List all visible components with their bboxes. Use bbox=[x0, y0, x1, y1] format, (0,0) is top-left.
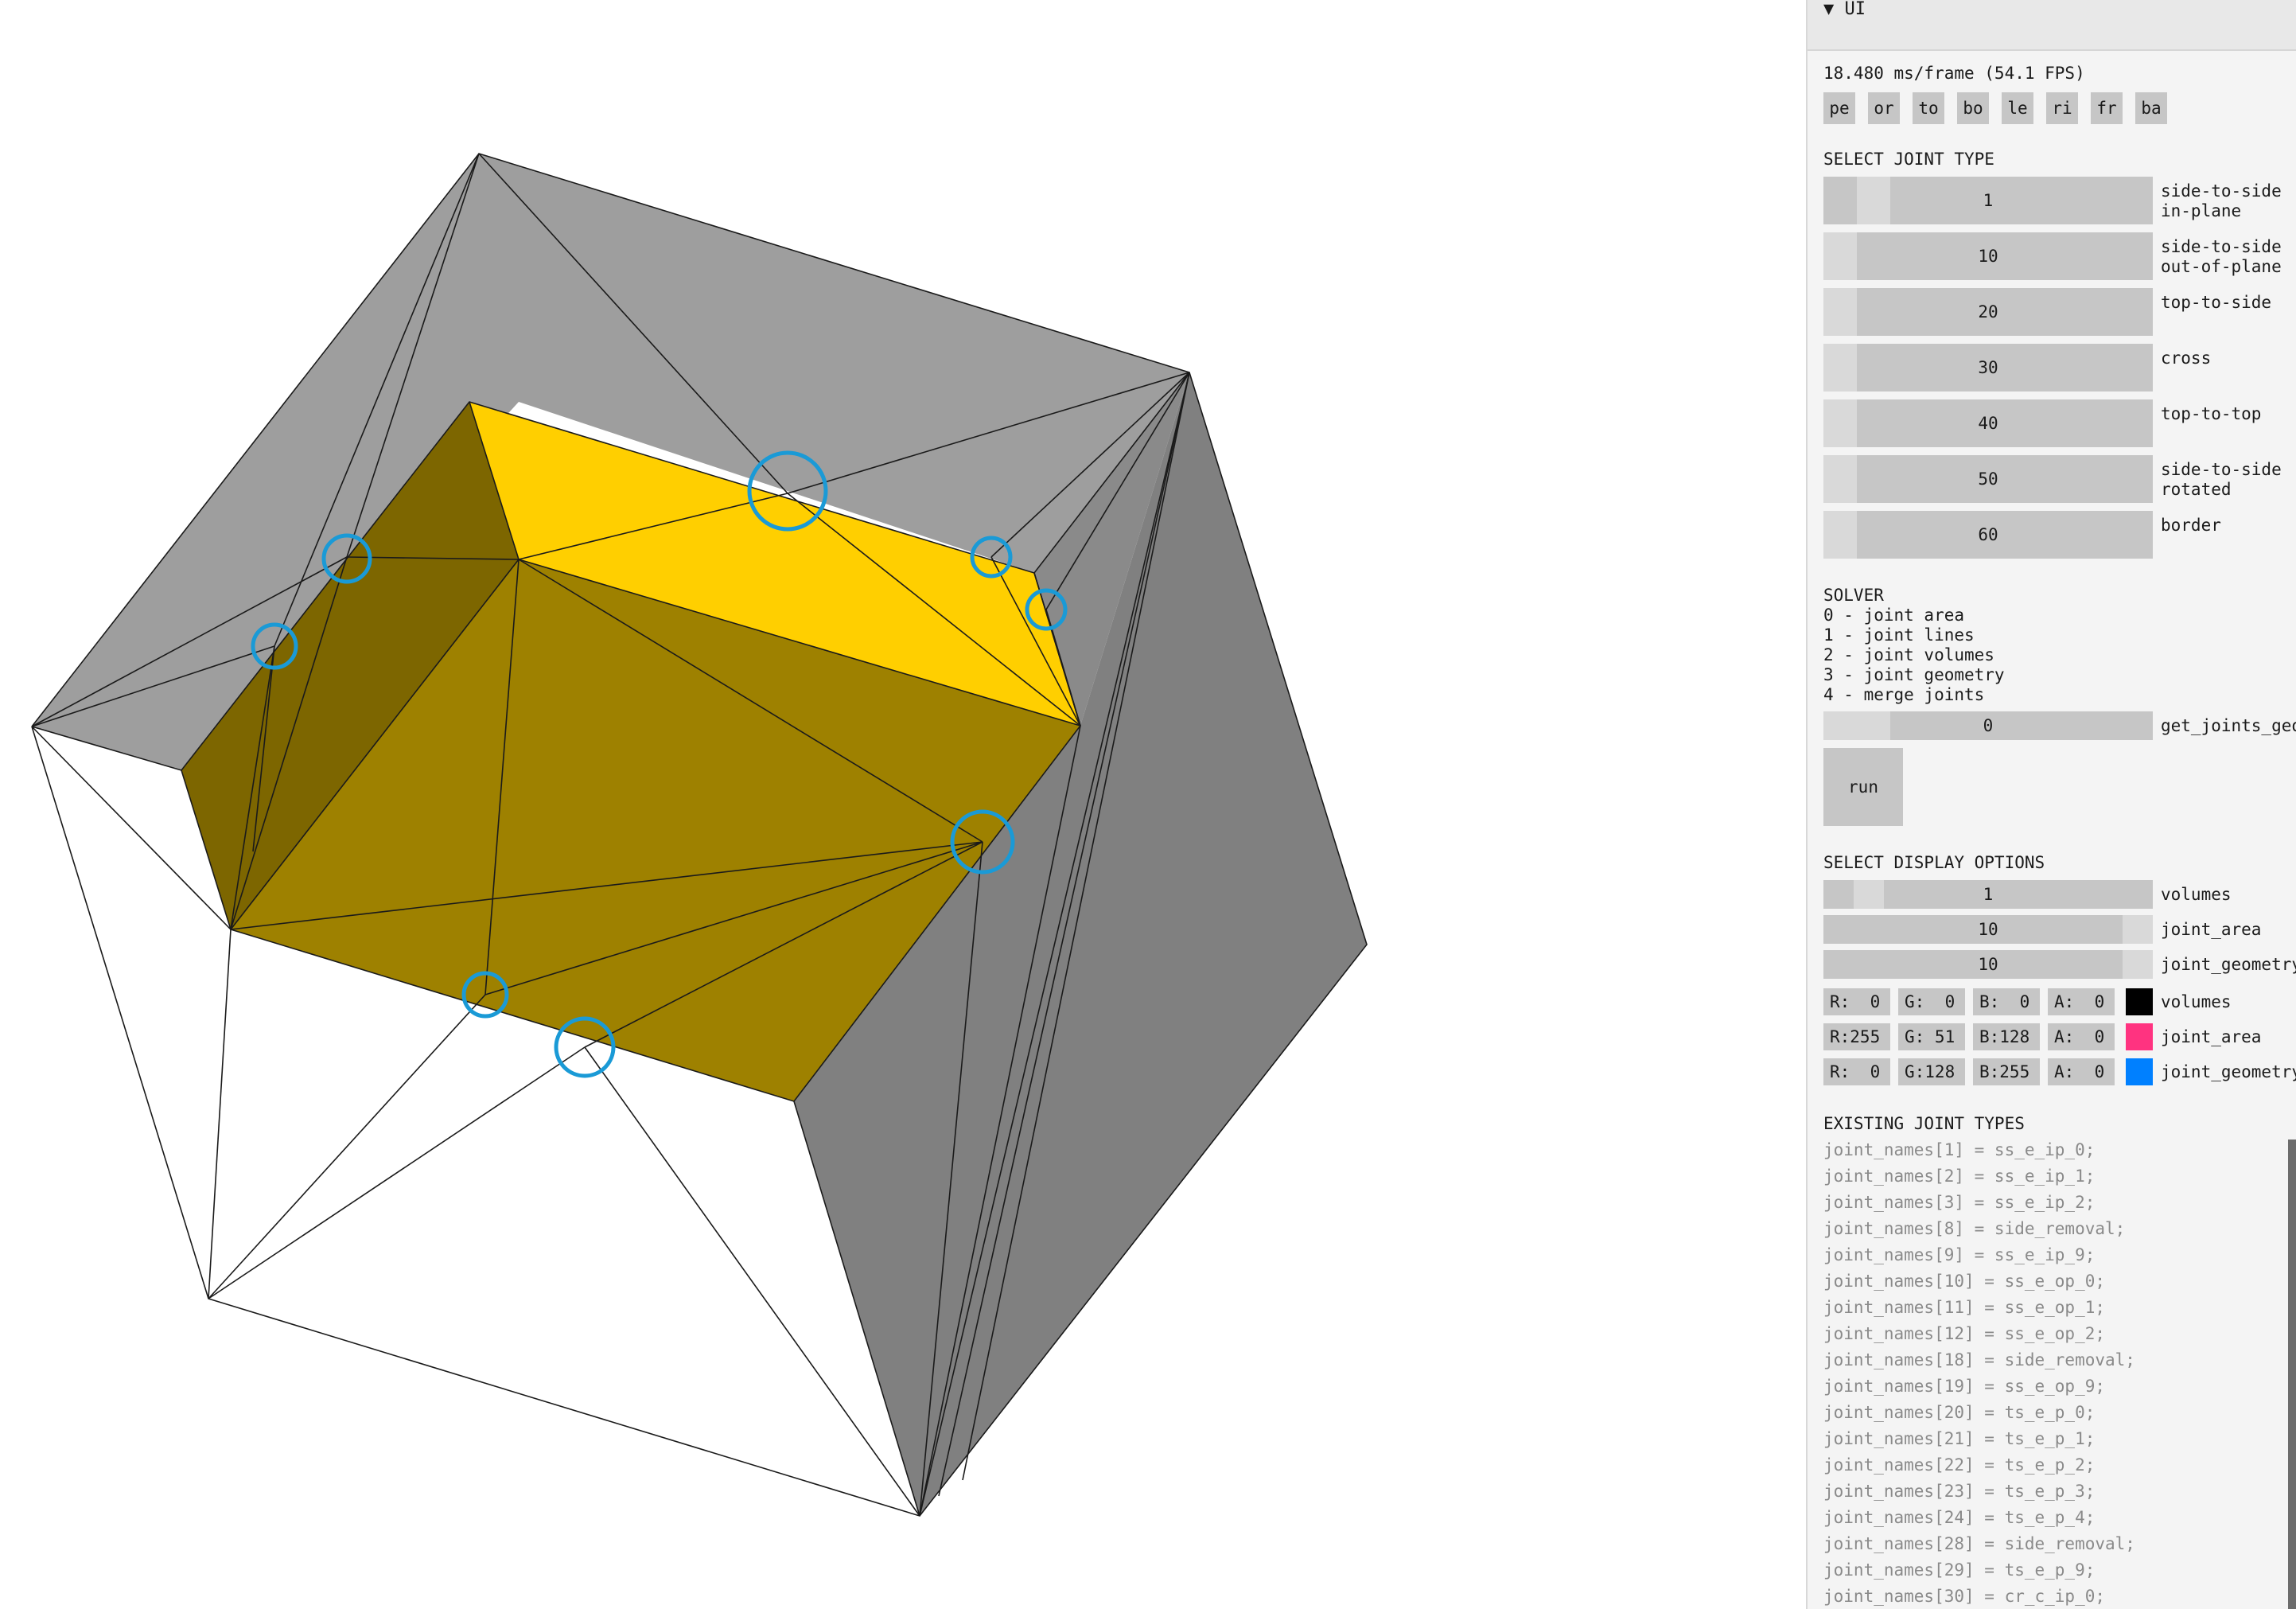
slider-value: 1 bbox=[1983, 191, 1994, 210]
joint-type-slider-1[interactable]: 1 bbox=[1823, 177, 2153, 224]
view-button-top[interactable]: to bbox=[1913, 92, 1944, 124]
joint-type-slider-4[interactable]: 30 bbox=[1823, 344, 2153, 392]
panel-header-label[interactable]: ▼ UI bbox=[1823, 0, 1866, 19]
solver-option: 2 - joint volumes bbox=[1823, 645, 1994, 664]
display-slider-label: joint_geometry bbox=[2161, 955, 2296, 974]
joint-type-label: top-to-side bbox=[2161, 293, 2272, 312]
mesh-canvas[interactable] bbox=[0, 0, 1806, 1609]
view-button-front[interactable]: fr bbox=[2091, 92, 2123, 124]
joint-name-line: joint_names[18] = side_removal; bbox=[1823, 1350, 2135, 1369]
color-swatch-joint-geometry[interactable] bbox=[2126, 1058, 2153, 1085]
joint-name-line: joint_names[24] = ts_e_p_4; bbox=[1823, 1508, 2096, 1527]
joint-name-line: joint_names[30] = cr_c_ip_0; bbox=[1823, 1587, 2106, 1606]
joint-name-line: joint_names[8] = side_removal; bbox=[1823, 1219, 2126, 1238]
joint-type-label: border bbox=[2161, 516, 2221, 535]
view-button-left[interactable]: le bbox=[2002, 92, 2033, 124]
view-button-bottom[interactable]: bo bbox=[1957, 92, 1989, 124]
color-b-field[interactable]: B:128 bbox=[1973, 1023, 2040, 1050]
run-button[interactable]: run bbox=[1823, 748, 1903, 826]
panel-title: UI bbox=[1844, 0, 1866, 19]
color-swatch-volumes[interactable] bbox=[2126, 988, 2153, 1015]
color-a-field[interactable]: A: 0 bbox=[2048, 1023, 2115, 1050]
panel-header[interactable]: ▼ UI bbox=[1808, 0, 2296, 51]
ui-panel: ▼ UI 18.480 ms/frame (54.1 FPS) pe or to… bbox=[1806, 0, 2296, 1609]
solver-option: 1 - joint lines bbox=[1823, 625, 1975, 645]
slider-value: 40 bbox=[1978, 414, 1998, 433]
joint-type-slider-2[interactable]: 10 bbox=[1823, 232, 2153, 280]
joint-type-label: side-to-side rotated bbox=[2161, 460, 2282, 499]
color-label: joint_area bbox=[2161, 1027, 2262, 1046]
joint-type-label: side-to-side in-plane bbox=[2161, 181, 2282, 220]
slider-value: 0 bbox=[1983, 716, 1994, 735]
joint-name-line: joint_names[1] = ss_e_ip_0; bbox=[1823, 1140, 2096, 1159]
color-b-field[interactable]: B: 0 bbox=[1973, 988, 2040, 1015]
joint-name-line: joint_names[23] = ts_e_p_3; bbox=[1823, 1482, 2096, 1501]
joint-name-line: joint_names[21] = ts_e_p_1; bbox=[1823, 1429, 2096, 1448]
slider-value: 10 bbox=[1978, 247, 1998, 266]
joint-type-heading: SELECT JOINT TYPE bbox=[1823, 150, 1994, 169]
display-slider-joint-area[interactable]: 10 bbox=[1823, 915, 2153, 944]
joint-name-line: joint_names[29] = ts_e_p_9; bbox=[1823, 1560, 2096, 1580]
color-swatch-joint-area[interactable] bbox=[2126, 1023, 2153, 1050]
color-b-field[interactable]: B:255 bbox=[1973, 1058, 2040, 1085]
solver-option: 4 - merge joints bbox=[1823, 685, 1985, 704]
joint-name-line: joint_names[9] = ss_e_ip_9; bbox=[1823, 1245, 2096, 1264]
joint-name-line: joint_names[11] = ss_e_op_1; bbox=[1823, 1298, 2106, 1317]
color-g-field[interactable]: G: 0 bbox=[1898, 988, 1965, 1015]
color-a-field[interactable]: A: 0 bbox=[2048, 988, 2115, 1015]
panel-scrollbar[interactable] bbox=[2288, 1140, 2296, 1609]
solver-option: 3 - joint geometry bbox=[1823, 665, 2005, 684]
solver-option: 0 - joint area bbox=[1823, 606, 1965, 625]
joint-name-line: joint_names[10] = ss_e_op_0; bbox=[1823, 1272, 2106, 1291]
slider-value: 20 bbox=[1978, 302, 1998, 321]
joint-type-slider-5[interactable]: 40 bbox=[1823, 399, 2153, 447]
joint-name-line: joint_names[12] = ss_e_op_2; bbox=[1823, 1324, 2106, 1343]
solver-heading: SOLVER bbox=[1823, 586, 1884, 605]
solver-slider[interactable]: 0 bbox=[1823, 711, 2153, 740]
joint-name-line: joint_names[2] = ss_e_ip_1; bbox=[1823, 1167, 2096, 1186]
view-button-orthographic[interactable]: or bbox=[1868, 92, 1900, 124]
display-slider-joint-geometry[interactable]: 10 bbox=[1823, 950, 2153, 979]
display-slider-volumes[interactable]: 1 bbox=[1823, 880, 2153, 909]
slider-value: 60 bbox=[1978, 525, 1998, 544]
existing-heading: EXISTING JOINT TYPES bbox=[1823, 1114, 2025, 1133]
joint-name-line: joint_names[20] = ts_e_p_0; bbox=[1823, 1403, 2096, 1422]
3d-viewport[interactable] bbox=[0, 0, 1806, 1609]
color-g-field[interactable]: G:128 bbox=[1898, 1058, 1965, 1085]
color-label: volumes bbox=[2161, 992, 2232, 1011]
color-r-field[interactable]: R: 0 bbox=[1823, 988, 1890, 1015]
solver-slider-label: get_joints_geometry bbox=[2161, 716, 2296, 735]
slider-value: 30 bbox=[1978, 358, 1998, 377]
view-button-back[interactable]: ba bbox=[2135, 92, 2167, 124]
slider-value: 50 bbox=[1978, 469, 1998, 489]
color-r-field[interactable]: R: 0 bbox=[1823, 1058, 1890, 1085]
joint-type-slider-3[interactable]: 20 bbox=[1823, 288, 2153, 336]
color-a-field[interactable]: A: 0 bbox=[2048, 1058, 2115, 1085]
fps-readout: 18.480 ms/frame (54.1 FPS) bbox=[1823, 64, 2085, 83]
slider-value: 10 bbox=[1978, 920, 1998, 939]
joint-type-label: side-to-side out-of-plane bbox=[2161, 237, 2282, 276]
slider-value: 10 bbox=[1978, 955, 1998, 974]
view-button-right[interactable]: ri bbox=[2046, 92, 2078, 124]
triangle-down-icon[interactable]: ▼ bbox=[1823, 0, 1834, 19]
display-slider-label: volumes bbox=[2161, 885, 2232, 904]
view-button-perspective[interactable]: pe bbox=[1823, 92, 1855, 124]
joint-name-line: joint_names[22] = ts_e_p_2; bbox=[1823, 1455, 2096, 1475]
joint-type-label: top-to-top bbox=[2161, 404, 2262, 423]
display-heading: SELECT DISPLAY OPTIONS bbox=[1823, 853, 2045, 872]
joint-type-label: cross bbox=[2161, 349, 2212, 368]
joint-name-line: joint_names[19] = ss_e_op_9; bbox=[1823, 1377, 2106, 1396]
display-slider-label: joint_area bbox=[2161, 920, 2262, 939]
joint-type-slider-6[interactable]: 50 bbox=[1823, 455, 2153, 503]
joint-name-line: joint_names[3] = ss_e_ip_2; bbox=[1823, 1193, 2096, 1212]
joint-type-slider-7[interactable]: 60 bbox=[1823, 511, 2153, 559]
slider-value: 1 bbox=[1983, 885, 1994, 904]
color-label: joint_geometry bbox=[2161, 1062, 2296, 1081]
joint-name-line: joint_names[28] = side_removal; bbox=[1823, 1534, 2135, 1553]
color-g-field[interactable]: G: 51 bbox=[1898, 1023, 1965, 1050]
color-r-field[interactable]: R:255 bbox=[1823, 1023, 1890, 1050]
